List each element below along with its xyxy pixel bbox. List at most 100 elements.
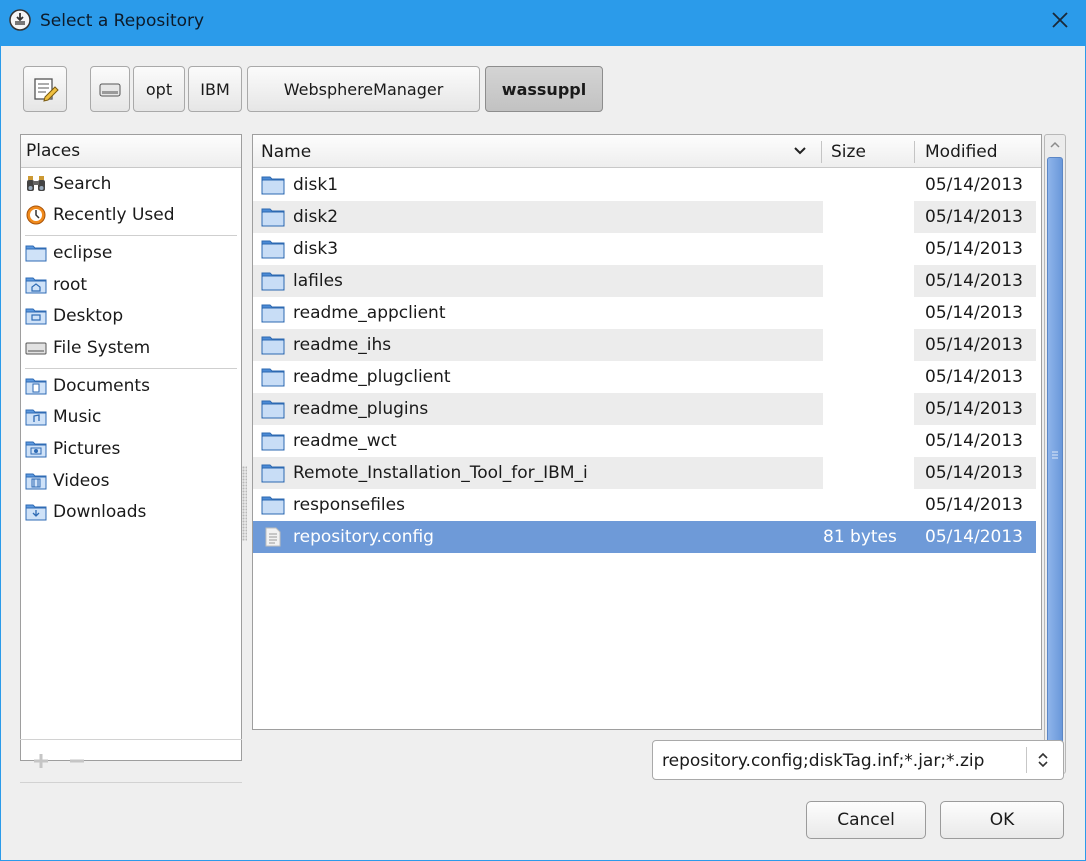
place-desktop[interactable]: Desktop bbox=[21, 301, 241, 331]
chevron-updown-icon[interactable] bbox=[1032, 749, 1054, 771]
place-label: Music bbox=[53, 407, 102, 427]
file-row[interactable]: readme_appclient 05/14/2013 bbox=[253, 297, 1036, 329]
file-row[interactable]: disk1 05/14/2013 bbox=[253, 169, 1036, 201]
file-modified: 05/14/2013 bbox=[925, 175, 1023, 195]
file-name: repository.config bbox=[293, 527, 434, 547]
place-eclipse[interactable]: eclipse bbox=[21, 238, 241, 268]
places-header[interactable]: Places bbox=[21, 135, 241, 168]
file-name: readme_plugins bbox=[293, 399, 429, 419]
file-row[interactable]: readme_plugclient 05/14/2013 bbox=[253, 361, 1036, 393]
folder-icon bbox=[25, 245, 47, 262]
column-modified[interactable]: Modified bbox=[925, 135, 998, 167]
file-row[interactable]: Remote_Installation_Tool_for_IBM_i 05/14… bbox=[253, 457, 1036, 489]
place-label: File System bbox=[53, 338, 151, 358]
place-pictures[interactable]: Pictures bbox=[21, 434, 241, 464]
place-music[interactable]: Music bbox=[21, 402, 241, 432]
folder-icon bbox=[261, 464, 285, 483]
file-name: readme_appclient bbox=[293, 303, 446, 323]
place-label: Pictures bbox=[53, 439, 121, 459]
text-file-icon bbox=[265, 527, 281, 547]
ok-button[interactable]: OK bbox=[940, 801, 1064, 839]
title-bar: Select a Repository bbox=[0, 0, 1086, 46]
scrollbar-thumb[interactable] bbox=[1047, 157, 1063, 753]
videos-folder-icon bbox=[25, 473, 47, 490]
folder-icon bbox=[261, 208, 285, 227]
dialog-body: opt IBM WebsphereManager wassuppl Places… bbox=[0, 46, 1086, 861]
path-root-button[interactable] bbox=[90, 66, 130, 112]
place-file-system[interactable]: File System bbox=[21, 333, 241, 363]
drive-icon bbox=[25, 342, 47, 355]
desktop-folder-icon bbox=[25, 308, 47, 325]
pane-splitter[interactable] bbox=[242, 466, 247, 541]
file-modified: 05/14/2013 bbox=[925, 527, 1023, 547]
music-folder-icon bbox=[25, 409, 47, 426]
drive-icon bbox=[99, 83, 121, 97]
column-size[interactable]: Size bbox=[831, 135, 866, 167]
folder-icon bbox=[261, 272, 285, 291]
file-row[interactable]: lafiles 05/14/2013 bbox=[253, 265, 1036, 297]
edit-location-button[interactable] bbox=[23, 66, 67, 112]
places-separator bbox=[25, 235, 237, 236]
file-modified: 05/14/2013 bbox=[925, 495, 1023, 515]
places-separator bbox=[25, 368, 237, 369]
folder-icon bbox=[261, 400, 285, 419]
scroll-up-icon[interactable] bbox=[1045, 135, 1065, 155]
file-name: disk2 bbox=[293, 207, 339, 227]
file-row-selected[interactable]: repository.config 81 bytes 05/14/2013 bbox=[253, 521, 1036, 553]
downloads-folder-icon bbox=[25, 504, 47, 521]
path-segment-wassuppl[interactable]: wassuppl bbox=[485, 66, 603, 112]
file-name: lafiles bbox=[293, 271, 343, 291]
remove-icon[interactable] bbox=[68, 752, 86, 770]
file-modified: 05/14/2013 bbox=[925, 463, 1023, 483]
places-edit-bar bbox=[20, 739, 242, 783]
close-icon[interactable] bbox=[1048, 8, 1072, 32]
place-search[interactable]: Search bbox=[21, 169, 241, 199]
place-label: Videos bbox=[53, 471, 110, 491]
path-segment-opt[interactable]: opt bbox=[133, 66, 185, 112]
folder-icon bbox=[261, 496, 285, 515]
pictures-folder-icon bbox=[25, 441, 47, 458]
binoculars-icon bbox=[27, 176, 45, 191]
folder-icon bbox=[261, 368, 285, 387]
file-modified: 05/14/2013 bbox=[925, 431, 1023, 451]
file-list: Name Size Modified disk1 05/14/2013 disk… bbox=[252, 134, 1042, 730]
edit-location-icon bbox=[34, 78, 59, 102]
add-icon[interactable] bbox=[32, 752, 50, 770]
place-videos[interactable]: Videos bbox=[21, 466, 241, 496]
file-name: readme_ihs bbox=[293, 335, 392, 355]
file-row[interactable]: readme_ihs 05/14/2013 bbox=[253, 329, 1036, 361]
file-list-scrollbar[interactable] bbox=[1044, 134, 1066, 774]
place-label: eclipse bbox=[53, 243, 113, 263]
path-segment-ibm[interactable]: IBM bbox=[188, 66, 242, 112]
column-name[interactable]: Name bbox=[261, 135, 311, 167]
place-documents[interactable]: Documents bbox=[21, 371, 241, 401]
file-row[interactable]: readme_plugins 05/14/2013 bbox=[253, 393, 1036, 425]
place-root[interactable]: root bbox=[21, 270, 241, 300]
place-label: Downloads bbox=[53, 502, 147, 522]
file-row[interactable]: responsefiles 05/14/2013 bbox=[253, 489, 1036, 521]
file-name: disk1 bbox=[293, 175, 339, 195]
place-label: Search bbox=[53, 174, 112, 194]
file-name: responsefiles bbox=[293, 495, 405, 515]
app-icon bbox=[9, 9, 31, 31]
place-recently-used[interactable]: Recently Used bbox=[21, 200, 241, 230]
place-downloads[interactable]: Downloads bbox=[21, 497, 241, 527]
file-row[interactable]: disk3 05/14/2013 bbox=[253, 233, 1036, 265]
file-row[interactable]: readme_wct 05/14/2013 bbox=[253, 425, 1036, 457]
sort-descending-icon[interactable] bbox=[793, 145, 807, 157]
folder-icon bbox=[261, 240, 285, 259]
file-row[interactable]: disk2 05/14/2013 bbox=[253, 201, 1036, 233]
file-size: 81 bytes bbox=[823, 527, 897, 547]
folder-icon bbox=[261, 432, 285, 451]
documents-folder-icon bbox=[25, 378, 47, 395]
file-modified: 05/14/2013 bbox=[925, 335, 1023, 355]
file-modified: 05/14/2013 bbox=[925, 207, 1023, 227]
filter-value: repository.config;diskTag.inf;*.jar;*.zi… bbox=[662, 751, 985, 771]
folder-icon bbox=[261, 304, 285, 323]
file-type-filter[interactable]: repository.config;diskTag.inf;*.jar;*.zi… bbox=[652, 740, 1064, 780]
file-modified: 05/14/2013 bbox=[925, 399, 1023, 419]
file-modified: 05/14/2013 bbox=[925, 303, 1023, 323]
path-segment-webspheremanager[interactable]: WebsphereManager bbox=[247, 66, 480, 112]
cancel-button[interactable]: Cancel bbox=[806, 801, 926, 839]
file-list-header: Name Size Modified bbox=[253, 135, 1041, 168]
